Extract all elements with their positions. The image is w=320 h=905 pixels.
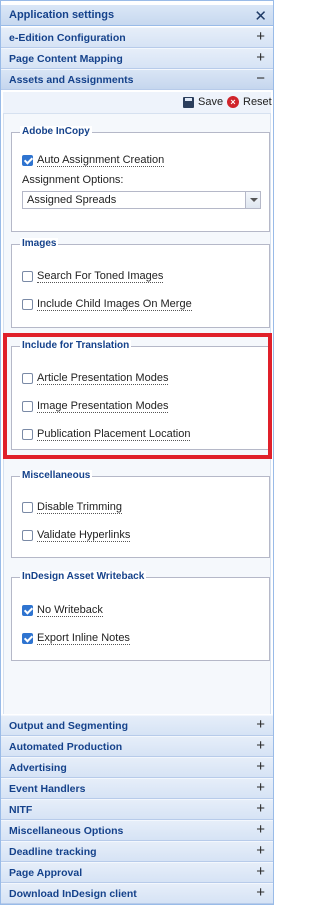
assignment-options-select[interactable]: Assigned Spreads <box>22 191 261 209</box>
checkbox-label: Validate Hyperlinks <box>37 529 131 542</box>
expand-icon[interactable]: + <box>256 28 265 45</box>
assets-settings-body: Adobe InCopy Auto Assignment Creation As… <box>3 114 271 714</box>
no-writeback-row[interactable]: No Writeback <box>22 604 103 617</box>
section-label: Download InDesign client <box>9 888 137 900</box>
collapse-icon[interactable]: − <box>256 70 265 87</box>
section-e-edition-configuration[interactable]: e-Edition Configuration + <box>1 27 273 48</box>
image-presentation-modes-row[interactable]: Image Presentation Modes <box>22 400 169 413</box>
fieldset-legend: Adobe InCopy <box>20 126 92 137</box>
reset-label: Reset <box>243 96 272 108</box>
checkbox-label: Publication Placement Location <box>37 428 191 441</box>
fieldset-legend: Images <box>20 238 59 249</box>
expand-icon[interactable]: + <box>256 758 265 775</box>
close-icon[interactable]: ✕ <box>254 7 267 25</box>
save-button[interactable]: Save <box>183 96 223 108</box>
reset-button[interactable]: × Reset <box>227 96 272 108</box>
validate-hyperlinks-checkbox[interactable] <box>22 530 33 541</box>
article-presentation-modes-row[interactable]: Article Presentation Modes <box>22 372 169 385</box>
export-inline-notes-row[interactable]: Export Inline Notes <box>22 632 130 645</box>
save-icon <box>183 96 194 108</box>
section-label: Event Handlers <box>9 783 86 795</box>
section-event-handlers[interactable]: Event Handlers + <box>1 778 273 799</box>
section-label: Deadline tracking <box>9 846 97 858</box>
validate-hyperlinks-row[interactable]: Validate Hyperlinks <box>22 529 131 542</box>
section-page-content-mapping[interactable]: Page Content Mapping + <box>1 48 273 69</box>
expand-icon[interactable]: + <box>256 716 265 733</box>
no-writeback-checkbox[interactable] <box>22 605 33 616</box>
panel-title: Application settings <box>9 9 115 21</box>
fieldset-indesign-asset-writeback: InDesign Asset Writeback No Writeback Ex… <box>11 571 270 661</box>
expand-icon[interactable]: + <box>256 737 265 754</box>
section-label: Output and Segmenting <box>9 720 128 732</box>
image-presentation-modes-checkbox[interactable] <box>22 401 33 412</box>
search-toned-images-row[interactable]: Search For Toned Images <box>22 270 164 283</box>
expand-icon[interactable]: + <box>256 49 265 66</box>
expand-icon[interactable]: + <box>256 821 265 838</box>
checkbox-label: Export Inline Notes <box>37 632 130 645</box>
section-label: Automated Production <box>9 741 123 753</box>
search-toned-images-checkbox[interactable] <box>22 271 33 282</box>
checkbox-label: Auto Assignment Creation <box>37 154 165 167</box>
section-label: Page Approval <box>9 867 83 879</box>
section-label: e-Edition Configuration <box>9 32 126 44</box>
expand-icon[interactable]: + <box>256 779 265 796</box>
article-presentation-modes-checkbox[interactable] <box>22 373 33 384</box>
chevron-down-icon[interactable] <box>245 192 260 208</box>
section-page-approval[interactable]: Page Approval + <box>1 862 273 883</box>
fieldset-legend: Include for Translation <box>20 340 132 351</box>
section-deadline-tracking[interactable]: Deadline tracking + <box>1 841 273 862</box>
checkbox-label: Search For Toned Images <box>37 270 164 283</box>
assets-toolbar: Save × Reset <box>3 92 272 114</box>
expand-icon[interactable]: + <box>256 842 265 859</box>
section-label: Advertising <box>9 762 67 774</box>
export-inline-notes-checkbox[interactable] <box>22 633 33 644</box>
disable-trimming-row[interactable]: Disable Trimming <box>22 501 122 514</box>
assignment-options-label: Assignment Options: <box>22 174 124 186</box>
select-value: Assigned Spreads <box>27 194 117 206</box>
fieldset-legend: Miscellaneous <box>20 470 93 481</box>
include-child-images-checkbox[interactable] <box>22 299 33 310</box>
expand-icon[interactable]: + <box>256 884 265 901</box>
checkbox-label: Article Presentation Modes <box>37 372 169 385</box>
disable-trimming-checkbox[interactable] <box>22 502 33 513</box>
application-settings-panel: Application settings ✕ e-Edition Configu… <box>0 0 274 905</box>
auto-assignment-checkbox[interactable] <box>22 155 33 166</box>
fieldset-adobe-incopy: Adobe InCopy Auto Assignment Creation As… <box>11 126 270 232</box>
expand-icon[interactable]: + <box>256 863 265 880</box>
panel-title-bar: Application settings ✕ <box>1 5 273 26</box>
auto-assignment-checkbox-row[interactable]: Auto Assignment Creation <box>22 154 165 167</box>
expand-icon[interactable]: + <box>256 800 265 817</box>
section-miscellaneous-options[interactable]: Miscellaneous Options + <box>1 820 273 841</box>
fieldset-include-for-translation: Include for Translation Article Presenta… <box>11 340 270 450</box>
reset-icon: × <box>227 96 239 108</box>
section-output-and-segmenting[interactable]: Output and Segmenting + <box>1 715 273 736</box>
publication-placement-location-row[interactable]: Publication Placement Location <box>22 428 191 441</box>
fieldset-miscellaneous: Miscellaneous Disable Trimming Validate … <box>11 470 270 558</box>
section-nitf[interactable]: NITF + <box>1 799 273 820</box>
section-download-indesign-client[interactable]: Download InDesign client + <box>1 883 273 904</box>
checkbox-label: Image Presentation Modes <box>37 400 169 413</box>
include-child-images-row[interactable]: Include Child Images On Merge <box>22 298 192 311</box>
section-label: Assets and Assignments <box>9 74 134 86</box>
section-assets-and-assignments[interactable]: Assets and Assignments − <box>1 69 273 90</box>
fieldset-images: Images Search For Toned Images Include C… <box>11 238 270 328</box>
section-label: Miscellaneous Options <box>9 825 124 837</box>
save-label: Save <box>198 96 224 108</box>
checkbox-label: Include Child Images On Merge <box>37 298 192 311</box>
section-label: NITF <box>9 804 33 816</box>
fieldset-legend: InDesign Asset Writeback <box>20 571 147 582</box>
checkbox-label: Disable Trimming <box>37 501 122 514</box>
section-automated-production[interactable]: Automated Production + <box>1 736 273 757</box>
section-advertising[interactable]: Advertising + <box>1 757 273 778</box>
section-label: Page Content Mapping <box>9 53 123 65</box>
publication-placement-location-checkbox[interactable] <box>22 429 33 440</box>
checkbox-label: No Writeback <box>37 604 103 617</box>
